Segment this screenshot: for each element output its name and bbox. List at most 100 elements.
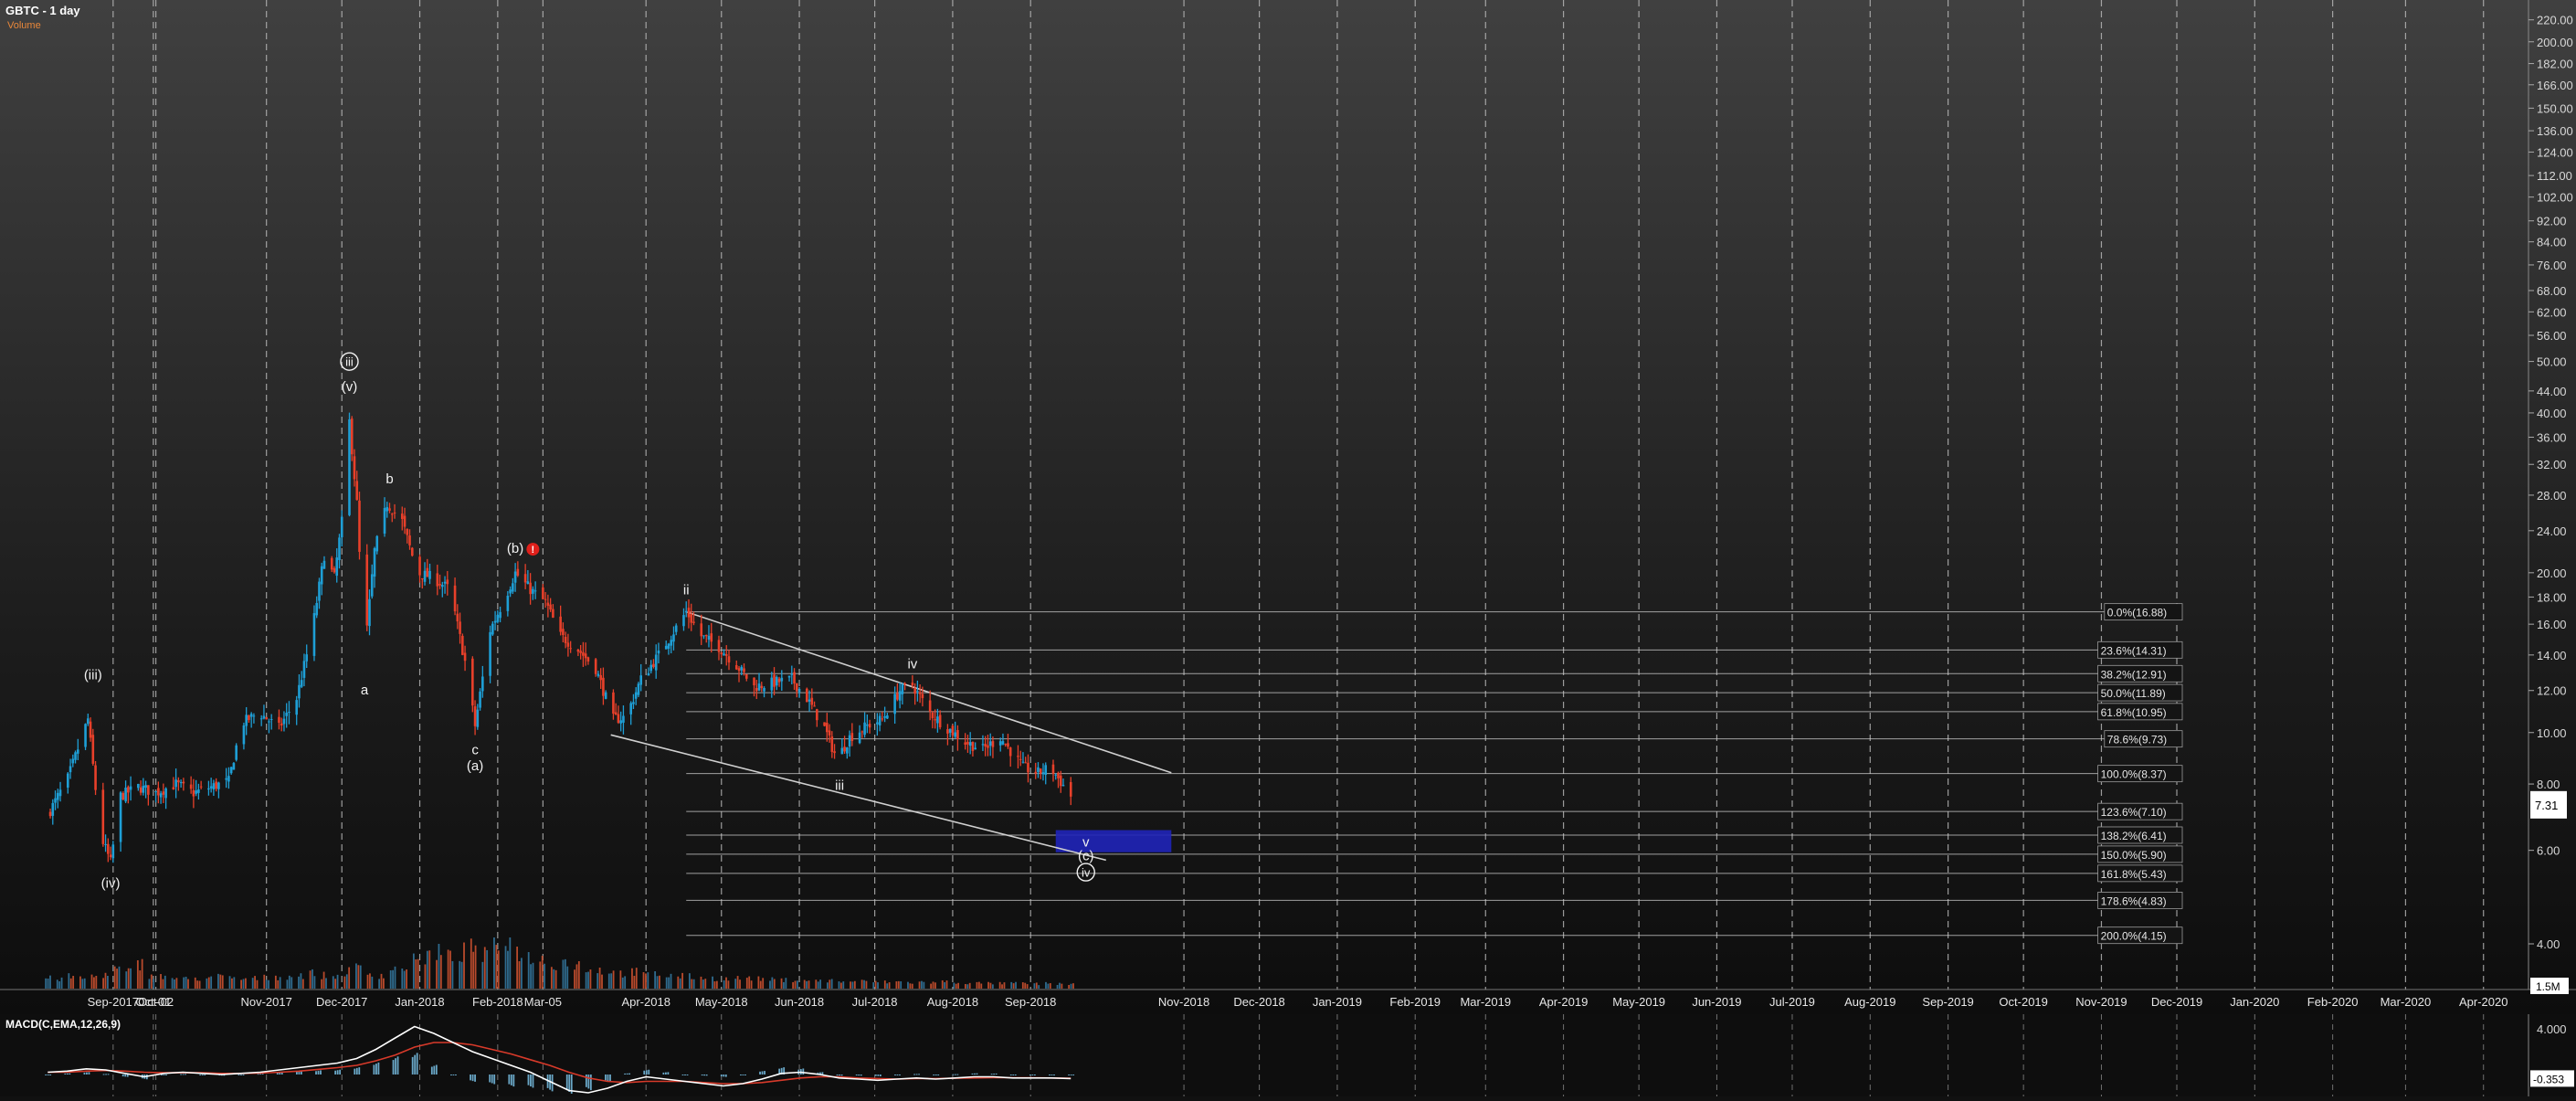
candle-body: [612, 692, 615, 715]
volume-bar: [688, 973, 691, 989]
volume-bar: [883, 980, 886, 989]
wave-label: iv: [907, 657, 917, 672]
candle-body: [268, 721, 270, 723]
candle-body: [481, 676, 484, 692]
macd-histogram-bar: [411, 1056, 414, 1075]
volume-bars: [45, 937, 1074, 989]
volume-bar: [668, 977, 670, 989]
candle-body: [702, 635, 705, 637]
volume-bar: [838, 981, 840, 989]
macd-histogram-bar: [414, 1054, 417, 1075]
candle-body: [987, 745, 989, 748]
candle-body: [549, 604, 552, 610]
candle-body: [104, 843, 107, 845]
candle-body: [968, 742, 972, 746]
candle-body: [212, 783, 216, 790]
candle-body: [489, 631, 491, 676]
candle-body: [632, 702, 635, 704]
volume-bar: [691, 979, 693, 989]
price-tick-label: 10.00: [2537, 726, 2567, 740]
wave-label: (iv): [101, 876, 121, 892]
macd-histogram-bar: [508, 1075, 511, 1085]
volume-bar: [998, 981, 1001, 989]
macd-histogram-bar: [377, 1062, 380, 1075]
volume-bar: [58, 981, 61, 989]
volume-bar: [217, 973, 219, 989]
volume-bar: [794, 980, 797, 989]
candle-body: [584, 653, 587, 659]
price-tick-label: 44.00: [2537, 385, 2567, 398]
volume-bar: [263, 974, 266, 989]
candle-body: [684, 610, 688, 613]
volume-bar: [268, 979, 269, 989]
volume-bar: [863, 979, 865, 989]
candle-body: [1034, 771, 1038, 774]
volume-bar: [160, 974, 162, 989]
candle-body: [71, 758, 75, 764]
candle-body: [833, 751, 836, 754]
candle-body: [48, 811, 52, 817]
macd-histogram-bar: [126, 1075, 129, 1077]
candle-body: [420, 577, 424, 579]
macd-histogram-bar: [648, 1069, 650, 1075]
volume-bar: [907, 981, 909, 989]
candle-body: [245, 715, 248, 726]
candle-body: [991, 741, 995, 747]
candle-body: [94, 765, 97, 790]
volume-bar: [797, 980, 798, 989]
candle-body: [1059, 775, 1062, 787]
date-tick-label: Apr-2019: [1539, 995, 1588, 1009]
fib-level-label: 50.0%(11.89): [2101, 687, 2166, 700]
volume-bar: [463, 942, 465, 989]
candle-body: [295, 700, 299, 715]
volume-bar: [451, 960, 454, 989]
volume-bar: [544, 963, 545, 989]
candle-body: [951, 725, 955, 736]
volume-bar: [497, 950, 500, 989]
candle-body: [248, 715, 250, 721]
candle-body: [954, 732, 956, 737]
volume-bar: [286, 979, 289, 989]
candle-body: [586, 657, 590, 662]
candle-body: [964, 742, 966, 745]
candle-body: [988, 741, 992, 746]
volume-bar: [757, 976, 760, 989]
target-zone-box: [1055, 830, 1172, 852]
candle-body: [1051, 764, 1055, 774]
macd-histogram-bar: [375, 1064, 377, 1075]
volume-bar: [1003, 982, 1006, 989]
volume-bar: [806, 980, 808, 989]
candle-body: [453, 585, 457, 612]
candle-body: [383, 507, 386, 534]
candle-body: [664, 645, 668, 650]
fib-level-label: 150.0%(5.90): [2101, 849, 2167, 862]
macd-histogram-bar: [88, 1072, 90, 1075]
date-tick-label: Oct-01: [135, 995, 171, 1009]
candle-body: [370, 574, 374, 597]
volume-bar: [438, 944, 440, 989]
candle-body: [1001, 741, 1005, 745]
candle-body: [806, 688, 808, 703]
volume-bar: [290, 977, 293, 989]
candle-body: [826, 723, 829, 733]
price-tick-label: 14.00: [2537, 649, 2567, 662]
candle-body: [682, 615, 685, 627]
volume-bar: [745, 978, 748, 989]
macd-chart[interactable]: 4.000 -0.353: [0, 1014, 2576, 1096]
volume-bar: [739, 979, 741, 989]
price-chart[interactable]: 4.00 6.00 8.00 10.00 12.00 14.00 16.00 18.00 20.…: [0, 0, 2576, 1044]
volume-bar: [941, 979, 944, 989]
candle-body: [358, 500, 361, 552]
volume-bar: [808, 980, 810, 989]
macd-histogram-bar: [355, 1067, 358, 1075]
candle-body: [107, 843, 110, 854]
volume-bar: [45, 978, 48, 989]
volume-bar: [60, 977, 63, 989]
volume-bar: [206, 978, 208, 989]
date-tick-label: Oct-2019: [1999, 995, 2047, 1009]
candle-body: [459, 621, 461, 634]
volume-bar: [888, 982, 891, 989]
volume-bar: [136, 959, 139, 989]
volume-bar: [715, 980, 718, 989]
volume-bar: [851, 981, 854, 989]
